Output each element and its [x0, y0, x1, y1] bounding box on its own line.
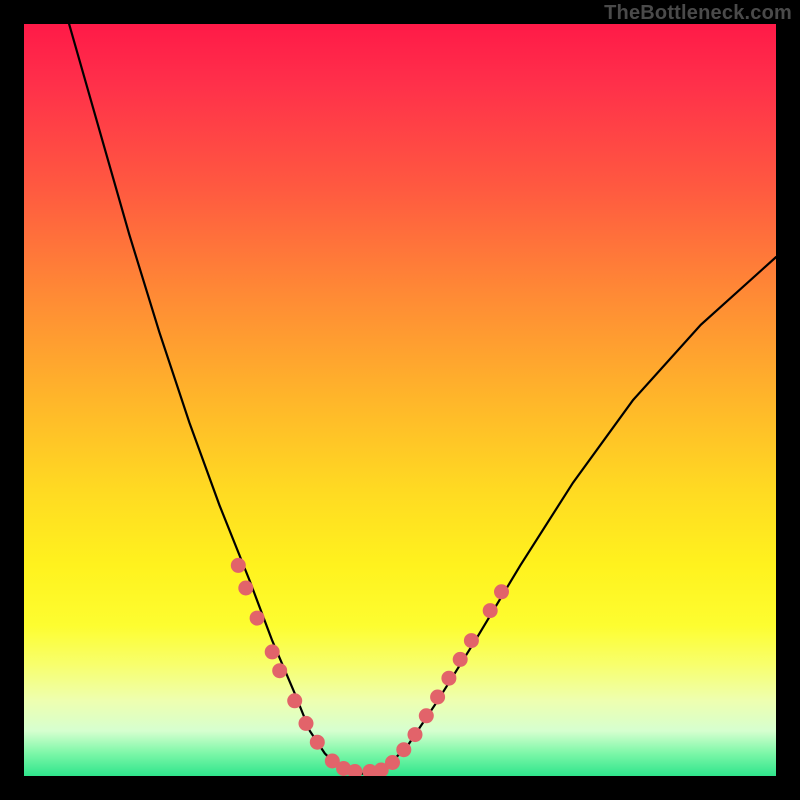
data-point: [250, 611, 265, 626]
data-point: [483, 603, 498, 618]
data-point: [238, 581, 253, 596]
data-point: [453, 652, 468, 667]
data-point: [265, 644, 280, 659]
plot-area: [24, 24, 776, 776]
data-point: [441, 671, 456, 686]
curve-lines: [69, 24, 776, 774]
data-point: [287, 693, 302, 708]
data-markers: [231, 558, 509, 776]
data-point: [272, 663, 287, 678]
data-point: [299, 716, 314, 731]
data-point: [464, 633, 479, 648]
watermark-text: TheBottleneck.com: [604, 2, 792, 25]
series-right-curve: [385, 257, 776, 768]
data-point: [231, 558, 246, 573]
data-point: [385, 755, 400, 770]
series-left-curve: [69, 24, 340, 769]
data-point: [396, 742, 411, 757]
chart-frame: TheBottleneck.com: [0, 0, 800, 800]
data-point: [494, 584, 509, 599]
chart-svg: [24, 24, 776, 776]
data-point: [419, 708, 434, 723]
data-point: [408, 727, 423, 742]
data-point: [310, 735, 325, 750]
data-point: [430, 690, 445, 705]
